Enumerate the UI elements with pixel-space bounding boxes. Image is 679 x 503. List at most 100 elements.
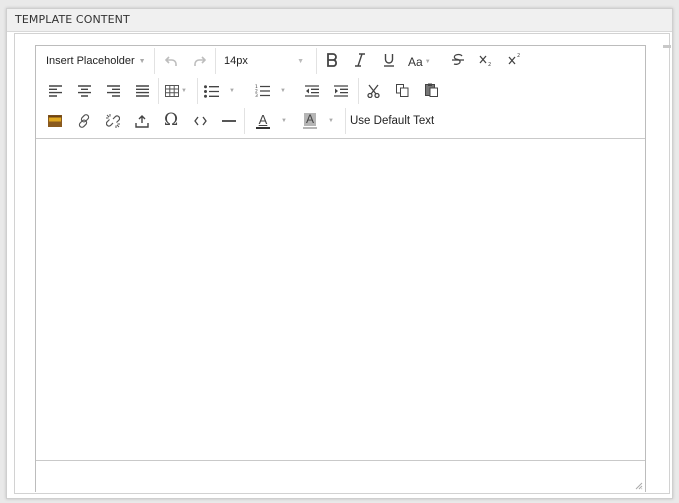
use-default-text-button[interactable]: Use Default Text (350, 111, 442, 131)
font-size-value: 14px (224, 55, 248, 67)
align-left-icon (48, 85, 62, 97)
editor-status-bar (36, 460, 645, 492)
svg-text:2: 2 (488, 62, 491, 67)
outdent-button[interactable] (302, 81, 322, 101)
insert-file-button[interactable] (132, 111, 152, 131)
subscript-button[interactable]: 2 (476, 50, 496, 70)
unlink-icon (106, 114, 120, 128)
copy-icon (395, 83, 408, 97)
html-source-icon (193, 116, 207, 126)
insert-file-icon (135, 114, 149, 128)
toolbar-row-1: Insert Placeholder ▼ 14px ▼ Aa ▼ 2 2 (36, 46, 645, 76)
cut-button[interactable] (363, 81, 383, 101)
strikethrough-icon (452, 53, 464, 65)
insert-link-button[interactable] (74, 111, 94, 131)
toolbar-separator (158, 78, 159, 104)
toolbar-separator (244, 108, 245, 134)
image-icon (48, 115, 62, 127)
change-case-dropdown[interactable]: Aa ▼ (408, 52, 438, 72)
svg-text:3: 3 (255, 93, 258, 98)
numbered-list-dropdown[interactable]: 1 2 3 ▼ (255, 81, 295, 101)
indent-button[interactable] (331, 81, 351, 101)
italic-icon (355, 53, 365, 67)
bullet-list-icon (204, 84, 219, 98)
font-color-dropdown[interactable]: A ▼ (251, 110, 291, 132)
font-color-swatch (256, 127, 270, 129)
toolbar-separator (215, 48, 216, 74)
panel-title: TEMPLATE CONTENT (15, 13, 130, 26)
font-size-dropdown[interactable]: 14px ▼ (220, 50, 312, 72)
table-dropdown[interactable]: ▼ (165, 81, 193, 101)
panel-header: TEMPLATE CONTENT (7, 9, 672, 32)
svg-text:2: 2 (517, 53, 520, 59)
align-left-button[interactable] (45, 81, 65, 101)
insert-image-button[interactable] (45, 111, 65, 131)
toolbar-separator (345, 108, 346, 134)
template-content-panel: TEMPLATE CONTENT Insert Placeholder ▼ 14… (6, 8, 673, 499)
chevron-down-icon: ▼ (280, 88, 286, 94)
chevron-down-icon: ▼ (181, 88, 187, 94)
outdent-icon (305, 85, 319, 97)
background-color-letter: A (303, 112, 316, 126)
paste-icon (424, 83, 438, 97)
indent-icon (334, 85, 348, 97)
toolbar-separator (154, 48, 155, 74)
unlink-button[interactable] (103, 111, 123, 131)
paste-button[interactable] (421, 80, 441, 100)
undo-button[interactable] (160, 51, 182, 71)
underline-button[interactable] (379, 50, 399, 70)
link-icon (78, 114, 90, 128)
copy-button[interactable] (392, 80, 412, 100)
italic-button[interactable] (350, 50, 370, 70)
special-char-icon: Ω (163, 110, 179, 130)
insert-placeholder-label: Insert Placeholder (46, 55, 135, 67)
toolbar-separator (316, 48, 317, 74)
background-color-icon: A (302, 113, 318, 129)
chevron-down-icon: ▼ (424, 59, 431, 65)
html-source-button[interactable] (190, 111, 210, 131)
justify-button[interactable] (132, 81, 152, 101)
bold-icon (327, 53, 337, 67)
toolbar-separator (197, 78, 198, 104)
chevron-down-icon: ▼ (138, 57, 146, 65)
strikethrough-button[interactable] (448, 50, 468, 70)
special-character-button[interactable]: Ω (161, 110, 181, 130)
table-icon (165, 85, 179, 97)
align-center-button[interactable] (74, 81, 94, 101)
bold-button[interactable] (322, 50, 342, 70)
justify-icon (135, 85, 149, 97)
rich-text-editor: Insert Placeholder ▼ 14px ▼ Aa ▼ 2 2 ▼ ▼… (35, 45, 646, 492)
horizontal-rule-icon (222, 120, 236, 122)
editor-content-area[interactable] (36, 139, 645, 459)
horizontal-rule-button[interactable] (219, 111, 239, 131)
chevron-down-icon: ▼ (281, 118, 287, 124)
resize-handle-icon[interactable] (635, 482, 643, 490)
change-case-icon: Aa (408, 55, 423, 69)
font-color-icon: A (255, 113, 271, 129)
background-color-dropdown[interactable]: A ▼ (300, 110, 340, 132)
align-right-icon (106, 85, 120, 97)
scrollbar-thumb[interactable] (663, 45, 671, 48)
redo-button[interactable] (188, 51, 210, 71)
numbered-list-icon: 1 2 3 (255, 84, 270, 98)
superscript-icon: 2 (508, 53, 520, 65)
toolbar-row-2: ▼ ▼ 1 2 3 ▼ (36, 76, 645, 106)
underline-icon (384, 54, 394, 67)
font-color-letter: A (258, 112, 268, 127)
subscript-icon: 2 (479, 55, 491, 67)
background-color-swatch (303, 127, 317, 129)
insert-placeholder-dropdown[interactable]: Insert Placeholder ▼ (40, 50, 152, 72)
chevron-down-icon: ▼ (328, 118, 334, 124)
bullet-list-dropdown[interactable]: ▼ (204, 81, 244, 101)
cut-icon (366, 84, 380, 98)
use-default-text-label: Use Default Text (350, 115, 435, 127)
redo-icon (193, 55, 206, 66)
chevron-down-icon: ▼ (297, 57, 304, 65)
undo-icon (164, 55, 177, 66)
align-right-button[interactable] (103, 81, 123, 101)
superscript-button[interactable]: 2 (505, 49, 525, 69)
align-center-icon (77, 85, 91, 97)
toolbar-row-3: Ω A ▼ A ▼ Use Default Text (36, 106, 645, 136)
toolbar-separator (358, 78, 359, 104)
chevron-down-icon: ▼ (229, 88, 235, 94)
